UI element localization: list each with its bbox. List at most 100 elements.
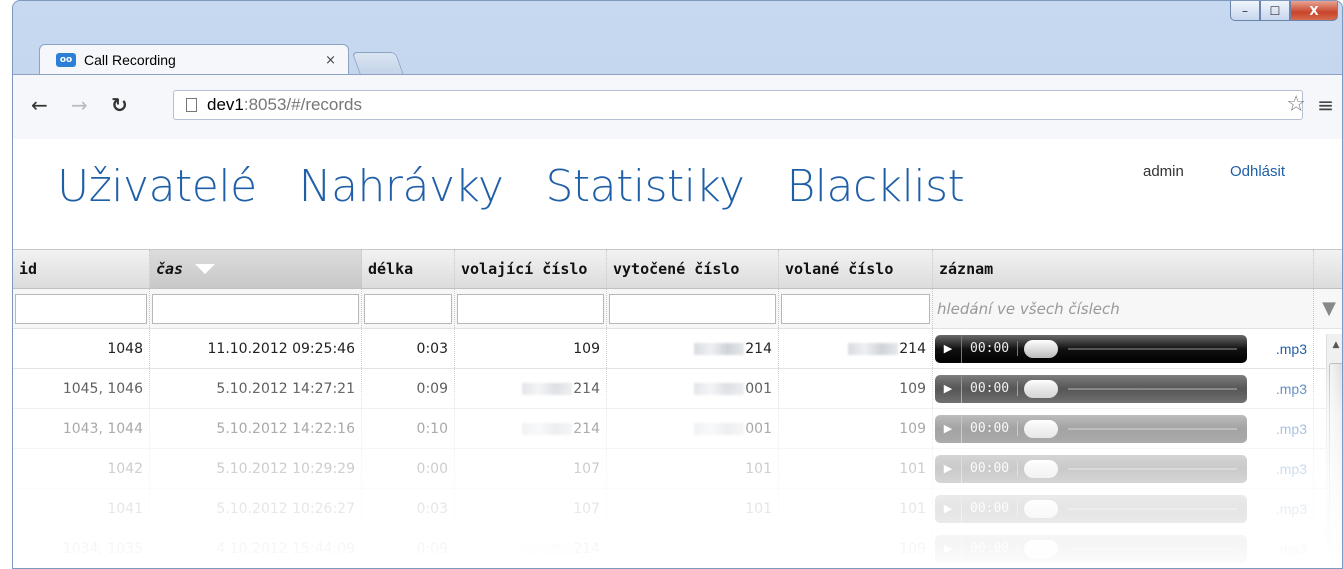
cell-id: 1043, 1044 <box>13 409 150 448</box>
cell-called: 109 <box>779 529 933 568</box>
seek-knob[interactable] <box>1024 419 1059 438</box>
table-row[interactable]: 1045, 1046 5.10.2012 14:27:21 0:09 214 001 10… <box>13 369 1342 409</box>
scrollbar-thumb[interactable] <box>1329 363 1342 545</box>
tab-title: Call Recording <box>84 52 176 68</box>
play-icon[interactable]: ▶ <box>935 454 962 483</box>
cell-length-text: 0:09 <box>416 540 448 557</box>
cell-time-text: 11.10.2012 09:25:46 <box>207 340 356 357</box>
menu-icon[interactable]: ≡ <box>1317 93 1334 117</box>
search-all-input[interactable]: hledání ve všech číslech <box>933 294 1313 324</box>
mp3-download-link[interactable]: .mp3 <box>1276 501 1307 517</box>
cell-dialed-text: 101 <box>745 500 772 517</box>
mp3-download-link[interactable]: .mp3 <box>1276 341 1307 357</box>
cell-length: 0:00 <box>362 449 455 488</box>
seek-track[interactable] <box>1068 347 1237 350</box>
seek-knob[interactable] <box>1024 539 1059 558</box>
audio-player[interactable]: ▶ 00:00 <box>935 414 1247 443</box>
cell-called: 101 <box>779 449 933 488</box>
maximize-button[interactable]: ☐ <box>1260 1 1290 21</box>
play-icon[interactable]: ▶ <box>935 534 962 563</box>
table-row[interactable]: 1048 11.10.2012 09:25:46 0:03 109 214 214 ▶ 00:… <box>13 329 1342 369</box>
cell-record: ▶ 00:00 .mp3 <box>933 449 1314 488</box>
filter-clear-icon[interactable]: ▼ <box>1314 289 1342 328</box>
cell-caller-text: 107 <box>573 500 600 517</box>
minimize-button[interactable]: – <box>1230 1 1260 21</box>
filter-id-input[interactable] <box>15 293 147 324</box>
audio-player[interactable]: ▶ 00:00 <box>935 534 1247 563</box>
filter-caller-input[interactable] <box>457 293 604 324</box>
cell-caller-text: 214 <box>573 380 600 397</box>
column-header-id[interactable]: id <box>13 250 150 288</box>
cell-called-text: 214 <box>899 340 926 357</box>
nav-item-blacklist[interactable]: Blacklist <box>786 161 964 212</box>
audio-player[interactable]: ▶ 00:00 <box>935 374 1247 403</box>
seek-track[interactable] <box>1068 427 1237 430</box>
column-header-time[interactable]: čas <box>150 250 362 288</box>
cell-called-text: 109 <box>899 540 926 557</box>
cell-record: ▶ 00:00 .mp3 <box>933 529 1314 568</box>
cell-id: 1048 <box>13 329 150 368</box>
nav-item-statistics[interactable]: Statistiky <box>545 161 744 212</box>
table-row[interactable]: 1041 5.10.2012 10:26:27 0:03 107 101 101 ▶ 00:0… <box>13 489 1342 529</box>
play-icon[interactable]: ▶ <box>935 414 962 443</box>
filter-called-input[interactable] <box>781 293 930 324</box>
tab-close-icon[interactable]: × <box>325 53 336 68</box>
back-arrow-icon[interactable]: ← <box>31 93 48 117</box>
cell-dialed: 101 <box>607 449 779 488</box>
nav-item-recordings[interactable]: Nahrávky <box>299 161 504 212</box>
seek-track[interactable] <box>1068 467 1237 470</box>
mp3-download-link[interactable]: .mp3 <box>1276 421 1307 437</box>
scrollbar[interactable]: ▲ <box>1326 334 1342 568</box>
star-icon[interactable]: ☆ <box>1286 92 1306 117</box>
audio-player[interactable]: ▶ 00:00 <box>935 454 1247 483</box>
play-icon[interactable]: ▶ <box>935 374 962 403</box>
table-row[interactable]: 1042 5.10.2012 10:29:29 0:00 107 101 101 ▶ 00:0… <box>13 449 1342 489</box>
mp3-download-link[interactable]: .mp3 <box>1276 461 1307 477</box>
cell-dialed: 001 <box>607 369 779 408</box>
seek-knob[interactable] <box>1024 499 1059 518</box>
page-icon <box>186 98 197 112</box>
seek-knob[interactable] <box>1024 339 1059 358</box>
cell-called: 101 <box>779 489 933 528</box>
mp3-download-link[interactable]: .mp3 <box>1276 541 1307 557</box>
filter-length-input[interactable] <box>364 293 452 324</box>
cell-length-text: 0:03 <box>416 340 448 357</box>
cell-id: 1041 <box>13 489 150 528</box>
logout-link[interactable]: Odhlásit <box>1230 163 1285 180</box>
cell-length-text: 0:09 <box>416 380 448 397</box>
seek-track[interactable] <box>1068 387 1237 390</box>
column-header-dialed[interactable]: vytočené číslo <box>607 250 779 288</box>
table-row[interactable]: 1043, 1044 5.10.2012 14:22:16 0:10 214 001 10… <box>13 409 1342 449</box>
column-header-length[interactable]: délka <box>362 250 455 288</box>
filter-dialed-input[interactable] <box>609 293 776 324</box>
play-icon[interactable]: ▶ <box>935 334 962 363</box>
seek-knob[interactable] <box>1024 459 1059 478</box>
cell-dialed: 101 <box>607 489 779 528</box>
seek-track[interactable] <box>1068 547 1237 550</box>
seek-track[interactable] <box>1068 507 1237 510</box>
audio-player[interactable]: ▶ 00:00 <box>935 494 1247 523</box>
column-header-called[interactable]: volané číslo <box>779 250 933 288</box>
reload-icon[interactable]: ↻ <box>111 93 128 117</box>
cell-record: ▶ 00:00 .mp3 <box>933 369 1314 408</box>
play-icon[interactable]: ▶ <box>935 494 962 523</box>
cell-time: 5.10.2012 14:27:21 <box>150 369 362 408</box>
nav-item-users[interactable]: Uživatelé <box>57 161 257 212</box>
column-header-record[interactable]: záznam <box>933 250 1314 288</box>
address-bar[interactable]: dev1:8053/#/records <box>173 90 1303 120</box>
column-header-time-label: čas <box>156 260 184 278</box>
browser-tab[interactable]: oo Call Recording × <box>39 44 349 75</box>
column-header-caller[interactable]: volající číslo <box>455 250 607 288</box>
close-button[interactable]: X <box>1290 1 1338 21</box>
table-row[interactable]: 1034, 1035 4.10.2012 15:44:09 0:09 214 109 ▶ 0… <box>13 529 1342 568</box>
new-tab-button[interactable] <box>351 52 405 76</box>
cell-called-text: 101 <box>899 500 926 517</box>
cell-caller-text: 109 <box>573 340 600 357</box>
mp3-download-link[interactable]: .mp3 <box>1276 381 1307 397</box>
cell-caller: 107 <box>455 489 607 528</box>
scroll-up-icon[interactable]: ▲ <box>1327 340 1342 350</box>
audio-player[interactable]: ▶ 00:00 <box>935 334 1247 363</box>
filter-time-input[interactable] <box>152 293 359 324</box>
seek-knob[interactable] <box>1024 379 1059 398</box>
forward-arrow-icon[interactable]: → <box>71 93 88 117</box>
